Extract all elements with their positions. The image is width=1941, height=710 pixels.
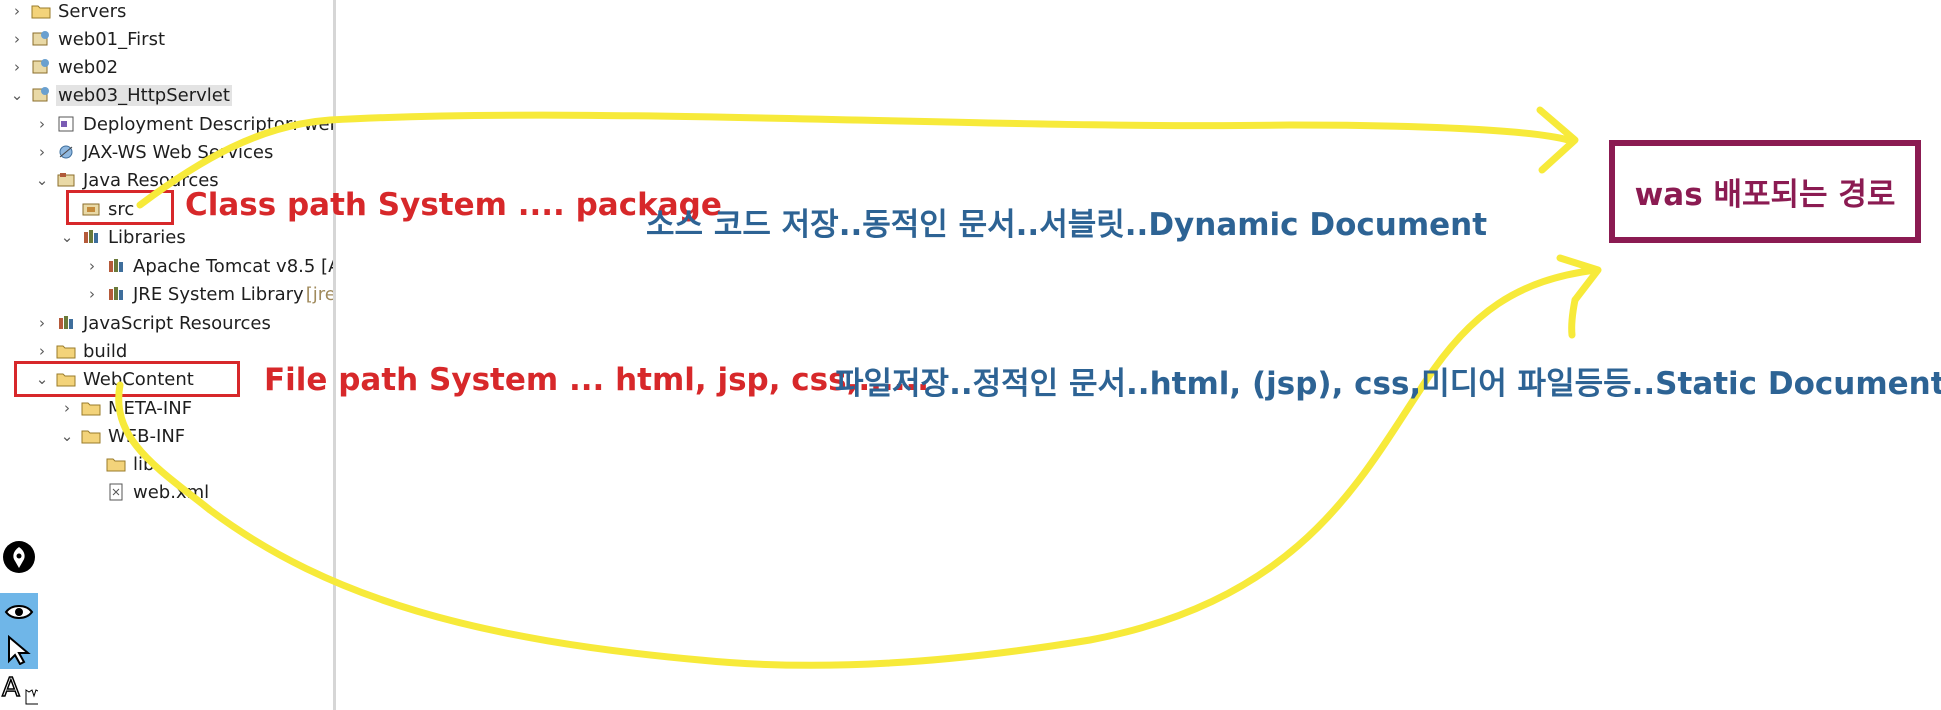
annotation-toolbar: A <box>0 538 40 710</box>
dynamic-document-note: 소스 코드 저장..동적인 문서..서블릿..Dynamic Document <box>646 207 1488 243</box>
eye-tool-button[interactable] <box>0 593 38 631</box>
pointer-tool-button[interactable] <box>0 631 38 669</box>
bottom-arrow-tail <box>1568 296 1579 339</box>
bottom-loop-stroke <box>115 266 1599 669</box>
pointer-icon <box>8 635 31 665</box>
eye-icon <box>4 605 34 619</box>
pen-tool-button[interactable] <box>0 538 38 576</box>
text-tool-icon: A <box>1 672 38 705</box>
svg-text:A: A <box>2 673 20 703</box>
was-deploy-path-box: was 배포되는 경로 <box>1609 140 1921 243</box>
bottom-arrow-head <box>1556 254 1602 304</box>
file-path-note: File path System ... html, jsp, css,....… <box>264 362 930 398</box>
was-deploy-path-label: was 배포되는 경로 <box>1634 177 1896 213</box>
highlighter-arrows <box>115 106 1602 669</box>
static-document-note: 파일저장..정적인 문서..html, (jsp), css,미디어 파일등등.… <box>835 366 1941 402</box>
text-tool-button[interactable]: A <box>0 669 38 707</box>
pen-icon <box>3 541 35 573</box>
class-path-note: Class path System .... package <box>185 187 722 223</box>
